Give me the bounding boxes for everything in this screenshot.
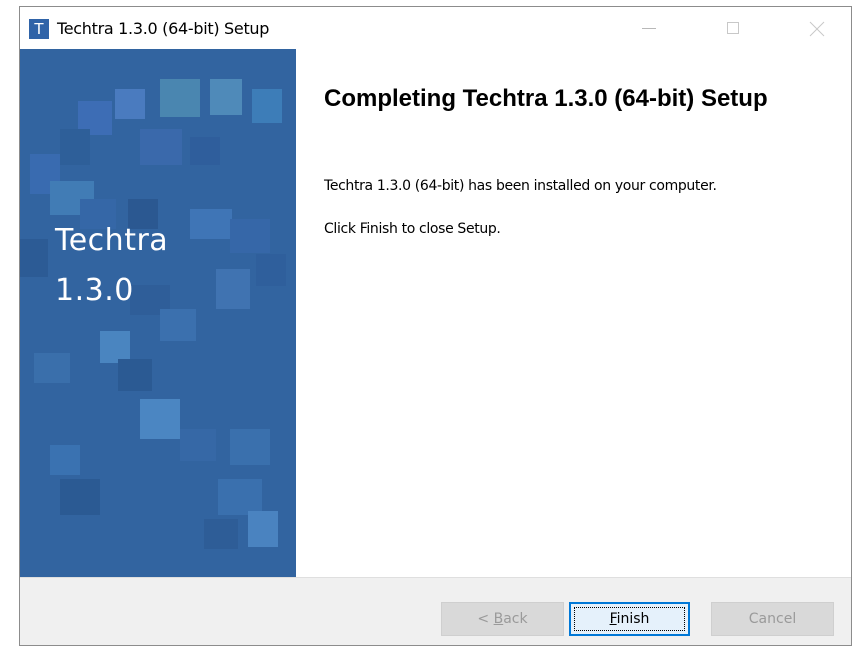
setup-window: T Techtra 1.3.0 (64-bit) Setup Techtra 1… [19,6,852,646]
product-name-text: Techtra [55,223,169,258]
close-instructions: Click Finish to close Setup. [324,221,501,237]
title-bar[interactable]: T Techtra 1.3.0 (64-bit) Setup [20,7,851,49]
installed-message: Techtra 1.3.0 (64-bit) has been installe… [324,178,717,194]
cancel-button[interactable]: Cancel [711,602,834,636]
product-version-text: 1.3.0 [55,273,134,308]
cancel-button-label: Cancel [748,611,797,627]
window-title: Techtra 1.3.0 (64-bit) Setup [57,19,270,38]
maximize-icon [727,22,739,34]
page-heading: Completing Techtra 1.3.0 (64-bit) Setup [324,85,768,112]
content-area: Completing Techtra 1.3.0 (64-bit) Setup … [296,49,851,577]
finish-button[interactable]: Finish [569,602,690,636]
back-button[interactable]: < Back [441,602,564,636]
finish-button-label: Finish [609,611,650,627]
techtra-app-icon: T [29,19,49,39]
close-button [795,7,841,49]
button-bar: < Back Finish Cancel [20,577,851,645]
minimize-icon [642,28,656,29]
maximize-button [711,7,757,49]
close-icon [809,21,825,37]
back-button-label: < Back [477,611,528,627]
minimize-button[interactable] [627,7,673,49]
branding-panel: Techtra 1.3.0 [20,49,296,577]
